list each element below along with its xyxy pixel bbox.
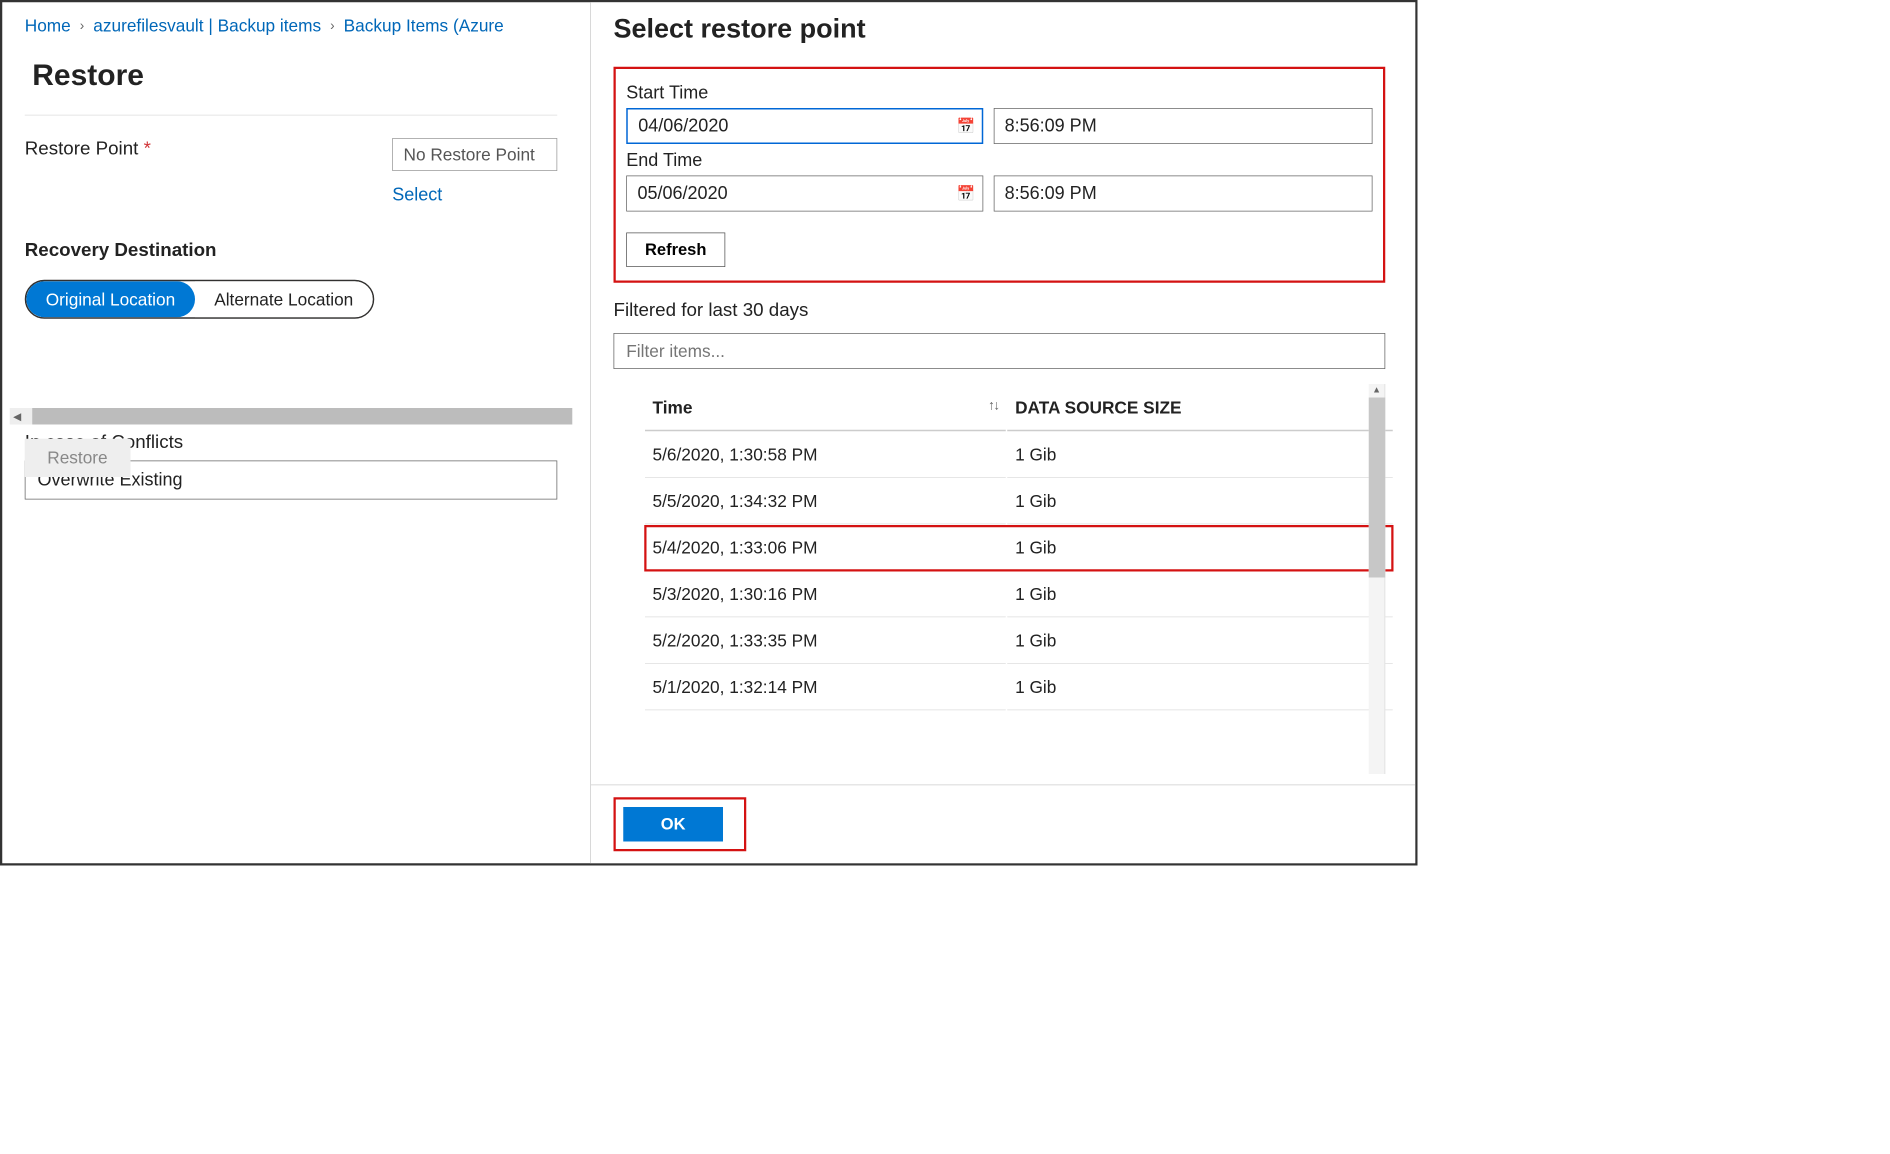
start-date-input[interactable] <box>626 108 983 144</box>
end-time-label: End Time <box>626 150 1372 171</box>
breadcrumb-home[interactable]: Home <box>25 16 71 36</box>
table-row[interactable]: 5/2/2020, 1:33:35 PM1 Gib <box>645 619 1393 664</box>
chevron-right-icon: › <box>80 18 85 34</box>
select-restore-point-panel: Select restore point Start Time 📅 End Ti… <box>590 2 1415 863</box>
cell-size: 1 Gib <box>1008 479 1393 524</box>
table-row[interactable]: 5/5/2020, 1:34:32 PM1 Gib <box>645 479 1393 524</box>
table-row[interactable]: 5/3/2020, 1:30:16 PM1 Gib <box>645 572 1393 617</box>
cell-time: 5/2/2020, 1:33:35 PM <box>645 619 1006 664</box>
end-time-input[interactable] <box>993 176 1372 212</box>
start-time-input[interactable] <box>993 108 1372 144</box>
filter-items-input[interactable] <box>614 333 1386 369</box>
select-restore-point-link[interactable]: Select <box>392 185 557 206</box>
cell-size: 1 Gib <box>1008 665 1393 710</box>
restore-points-table: Time↑↓ DATA SOURCE SIZE↑↓ 5/6/2020, 1:30… <box>644 384 1395 712</box>
horizontal-scrollbar[interactable]: ◀ <box>10 408 573 425</box>
vertical-scrollbar[interactable]: ▲ <box>1369 384 1386 774</box>
toggle-alternate-location[interactable]: Alternate Location <box>195 281 373 317</box>
restore-point-label: Restore Point * <box>25 138 393 160</box>
table-row[interactable]: 5/6/2020, 1:30:58 PM1 Gib <box>645 433 1393 478</box>
cell-time: 5/1/2020, 1:32:14 PM <box>645 665 1006 710</box>
cell-size: 1 Gib <box>1008 526 1393 571</box>
breadcrumb-vault[interactable]: azurefilesvault | Backup items <box>93 16 321 36</box>
cell-time: 5/4/2020, 1:33:06 PM <box>645 526 1006 571</box>
start-time-label: Start Time <box>626 83 1372 104</box>
cell-time: 5/6/2020, 1:30:58 PM <box>645 433 1006 478</box>
toggle-original-location[interactable]: Original Location <box>26 281 194 317</box>
table-row[interactable]: 5/1/2020, 1:32:14 PM1 Gib <box>645 665 1393 710</box>
restore-point-field[interactable] <box>392 138 557 171</box>
chevron-right-icon: › <box>330 18 335 34</box>
page-title: Restore <box>32 59 557 93</box>
breadcrumb-backup-items[interactable]: Backup Items (Azure <box>344 16 504 36</box>
restore-button[interactable]: Restore <box>25 439 130 477</box>
cell-time: 5/5/2020, 1:34:32 PM <box>645 479 1006 524</box>
panel-title: Select restore point <box>614 13 1386 45</box>
filtered-summary: Filtered for last 30 days <box>614 299 1386 321</box>
ok-button[interactable]: OK <box>623 807 723 842</box>
recovery-destination-label: Recovery Destination <box>25 239 558 261</box>
recovery-destination-toggle: Original Location Alternate Location <box>25 280 375 319</box>
refresh-button[interactable]: Refresh <box>626 233 725 268</box>
cell-size: 1 Gib <box>1008 619 1393 664</box>
col-time-header[interactable]: Time↑↓ <box>645 386 1006 432</box>
sort-icon: ↑↓ <box>988 398 999 414</box>
table-row[interactable]: 5/4/2020, 1:33:06 PM1 Gib <box>645 526 1393 571</box>
col-size-header[interactable]: DATA SOURCE SIZE↑↓ <box>1008 386 1393 432</box>
cell-size: 1 Gib <box>1008 433 1393 478</box>
scroll-up-icon: ▲ <box>1372 384 1381 398</box>
end-date-input[interactable] <box>626 176 983 212</box>
cell-size: 1 Gib <box>1008 572 1393 617</box>
ok-highlight: OK <box>614 797 747 851</box>
time-filter-highlight: Start Time 📅 End Time 📅 Refresh <box>614 67 1386 283</box>
cell-time: 5/3/2020, 1:30:16 PM <box>645 572 1006 617</box>
